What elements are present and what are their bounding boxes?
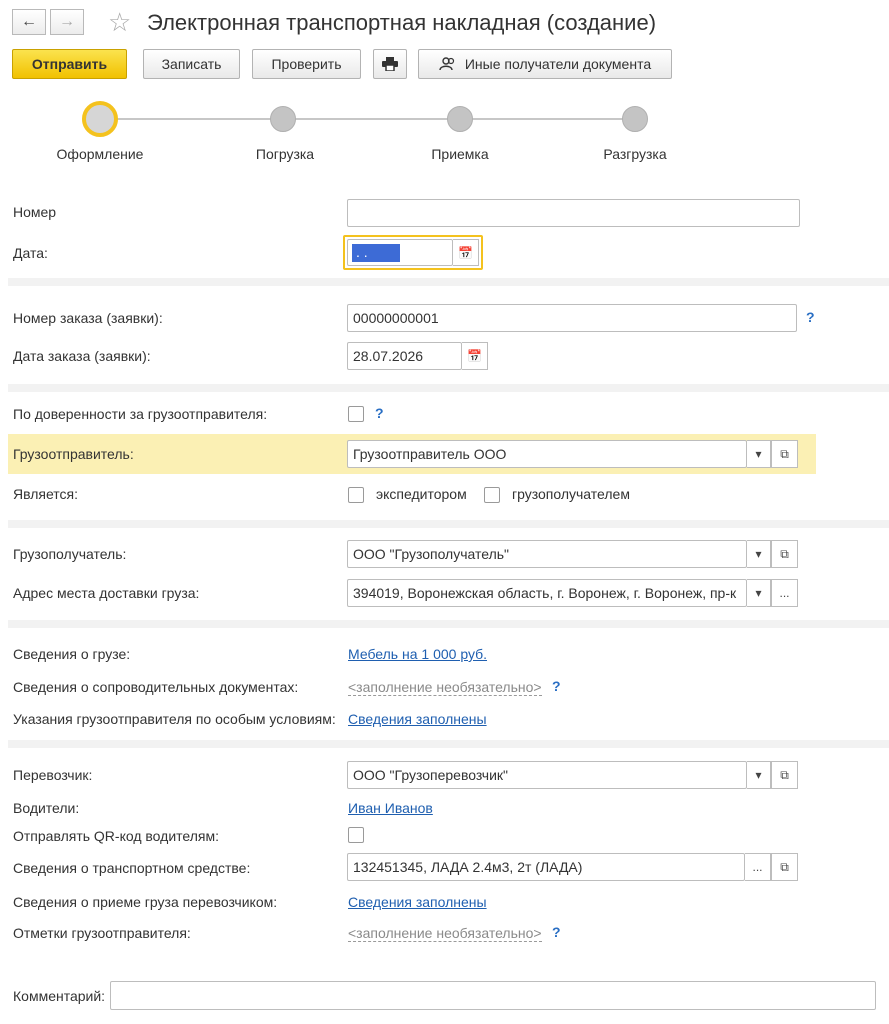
by-proxy-help-icon[interactable]: ? [375,405,384,421]
carrier-label: Перевозчик: [13,767,93,783]
number-field[interactable] [347,199,800,227]
consignee-open-button[interactable]: ⧉ [771,540,798,568]
date-label: Дата: [13,245,48,261]
other-recipients-label: Иные получатели документа [464,56,652,72]
order-number-label: Номер заказа (заявки): [13,310,163,326]
order-date-calendar-button[interactable]: 📅 [462,342,488,370]
shipper-marks-link[interactable]: <заполнение необязательно> [348,925,542,942]
by-proxy-checkbox[interactable] [348,406,364,422]
consignee-option-label: грузополучателем [512,486,630,502]
comment-field[interactable] [110,981,876,1010]
by-proxy-label: По доверенности за грузоотправителя: [13,406,268,422]
carrier-acceptance-link[interactable]: Сведения заполнены [348,894,487,910]
step-dot-loading[interactable] [270,106,296,132]
accompanying-docs-help-icon[interactable]: ? [552,678,561,694]
carrier-field[interactable]: ООО "Грузоперевозчик" [347,761,747,789]
shipper-field[interactable]: Грузоотправитель ООО [347,440,747,468]
order-number-field[interactable]: 00000000001 [347,304,797,332]
calendar-icon: 📅 [467,349,482,363]
delivery-address-field[interactable]: 394019, Воронежская область, г. Воронеж,… [347,579,747,607]
drivers-label: Водители: [13,800,80,816]
page-title: Электронная транспортная накладная (созд… [147,10,657,35]
shipper-marks-label: Отметки грузоотправителя: [13,925,191,941]
send-qr-checkbox[interactable] [348,827,364,843]
chevron-down-icon: ▾ [755,768,762,782]
separator [8,620,889,628]
date-value: . . [352,243,400,262]
cargo-info-link[interactable]: Мебель на 1 000 руб. [348,646,487,662]
forwarder-label: экспедитором [376,486,467,502]
step-dot-acceptance[interactable] [447,106,473,132]
print-button[interactable] [373,49,407,79]
carrier-dropdown-button[interactable]: ▾ [747,761,771,789]
vehicle-open-button[interactable]: ⧉ [771,853,798,881]
send-button[interactable]: Отправить [12,49,127,79]
consignee-dropdown-button[interactable]: ▾ [747,540,771,568]
chevron-down-icon: ▾ [755,547,762,561]
step-label-loading: Погрузка [255,146,315,162]
save-button[interactable]: Записать [143,49,240,79]
consignee-checkbox[interactable] [484,487,500,503]
separator [8,740,889,748]
vehicle-field[interactable]: 132451345, ЛАДА 2.4м3, 2т (ЛАДА) [347,853,745,881]
date-field[interactable]: . . [347,239,453,266]
consignee-field[interactable]: ООО "Грузополучатель" [347,540,747,568]
star-icon[interactable]: ☆ [108,8,131,36]
delivery-address-label: Адрес места доставки груза: [13,585,200,601]
shipper-marks-help-icon[interactable]: ? [552,924,561,940]
arrow-right-icon: → [59,13,75,30]
shipper-label: Грузоотправитель: [13,446,134,462]
carrier-acceptance-label: Сведения о приеме груза перевозчиком: [13,894,278,910]
shipper-open-button[interactable]: ⧉ [771,440,798,468]
accompanying-docs-label: Сведения о сопроводительных документах: [13,679,299,695]
vehicle-label: Сведения о транспортном средстве: [13,860,251,876]
order-date-label: Дата заказа (заявки): [13,348,151,364]
delivery-address-dropdown-button[interactable]: ▾ [747,579,771,607]
step-label-design: Оформление [56,146,144,162]
step-dot-unloading[interactable] [622,106,648,132]
number-label: Номер [13,204,57,220]
open-copy-icon: ⧉ [780,446,789,461]
delivery-address-more-button[interactable]: ... [771,579,798,607]
shipper-dropdown-button[interactable]: ▾ [747,440,771,468]
order-date-field[interactable]: 28.07.2026 [347,342,462,370]
open-copy-icon: ⧉ [780,767,789,782]
open-copy-icon: ⧉ [780,546,789,561]
step-dot-design[interactable] [82,101,118,137]
cargo-info-label: Сведения о грузе: [13,646,131,662]
users-icon [439,57,454,71]
ellipsis-icon: ... [779,586,790,600]
arrow-left-icon: ← [21,13,37,30]
carrier-open-button[interactable]: ⧉ [771,761,798,789]
chevron-down-icon: ▾ [755,586,762,600]
back-button[interactable]: ← [12,9,46,35]
accompanying-docs-link[interactable]: <заполнение необязательно> [348,679,542,696]
drivers-link[interactable]: Иван Иванов [348,800,433,816]
other-recipients-button[interactable]: Иные получатели документа [418,49,672,79]
step-label-unloading: Разгрузка [603,146,667,162]
is-label: Является: [13,486,79,502]
calendar-icon: 📅 [458,245,473,260]
order-number-help-icon[interactable]: ? [806,309,815,325]
check-button[interactable]: Проверить [252,49,361,79]
send-qr-label: Отправлять QR-код водителям: [13,828,219,844]
separator [8,384,889,392]
special-conditions-link[interactable]: Сведения заполнены [348,711,487,727]
consignee-label: Грузополучатель: [13,546,127,562]
special-conditions-label: Указания грузоотправителя по особым усло… [13,711,336,727]
separator [8,520,889,528]
ellipsis-icon: ... [752,860,763,874]
steps-line [100,118,635,120]
open-copy-icon: ⧉ [780,859,789,874]
comment-label: Комментарий: [13,988,106,1004]
chevron-down-icon: ▾ [755,447,762,461]
date-calendar-button[interactable]: 📅 [453,239,479,266]
forwarder-checkbox[interactable] [348,487,364,503]
forward-button[interactable]: → [50,9,84,35]
printer-icon [382,57,398,71]
separator [8,278,889,286]
vehicle-more-button[interactable]: ... [745,853,771,881]
step-label-acceptance: Приемка [431,146,489,162]
